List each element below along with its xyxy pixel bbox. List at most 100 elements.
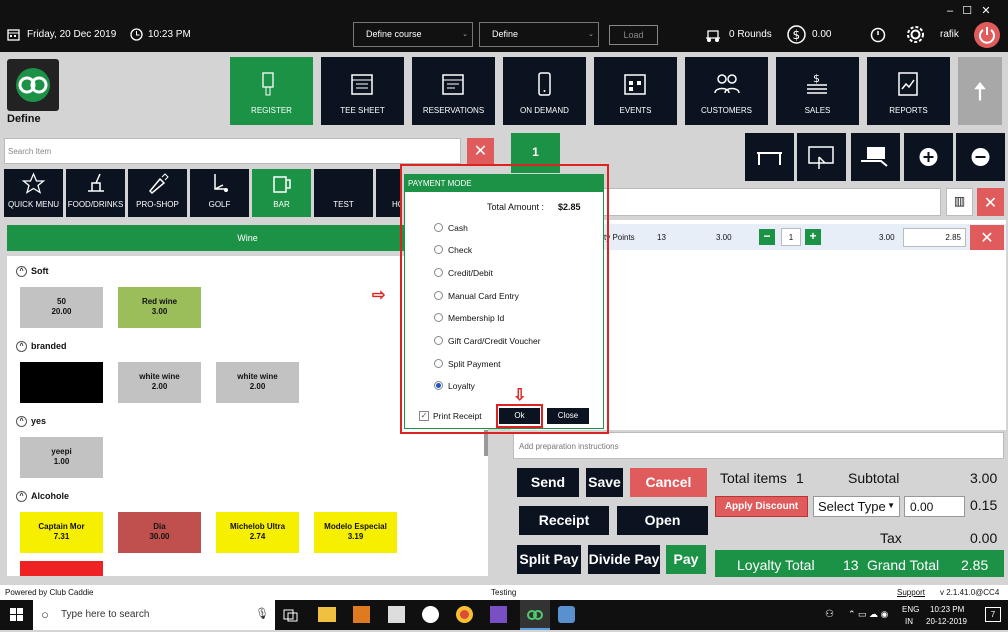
close-icon: ✕ <box>980 230 994 247</box>
divide-pay-button[interactable]: Divide Pay <box>588 545 660 574</box>
discount-type-select[interactable]: Select Type ▼ <box>813 496 900 517</box>
qty-field[interactable]: 1 <box>781 228 801 246</box>
dollar-icon[interactable]: $ <box>787 25 806 44</box>
nav-reservations[interactable]: RESERVATIONS <box>412 57 495 125</box>
remove-line-button[interactable]: ✕ <box>970 225 1004 250</box>
cancel-button[interactable]: Cancel <box>630 468 707 497</box>
item-tile[interactable] <box>20 362 103 403</box>
table-button[interactable] <box>745 133 794 181</box>
ok-button[interactable]: Ok <box>499 408 540 424</box>
windows-start-icon[interactable] <box>10 608 24 622</box>
sublime-text-icon[interactable] <box>353 606 370 623</box>
save-button[interactable]: Save <box>586 468 623 497</box>
add-button[interactable] <box>904 133 953 181</box>
print-receipt-checkbox[interactable]: ✓ <box>419 411 429 421</box>
taskbar-search-input[interactable]: ○ Type here to search 🎙 <box>33 600 275 630</box>
notification-icon[interactable]: 7 <box>985 607 1001 622</box>
category-ho[interactable]: HO <box>376 169 401 217</box>
section-yes[interactable]: ^ yes <box>16 416 46 428</box>
slack-icon[interactable] <box>422 606 439 623</box>
clear-order-search-button[interactable]: ✕ <box>977 188 1004 216</box>
close-icon[interactable]: ✕ <box>981 5 990 17</box>
price-field[interactable]: 2.85 <box>903 228 966 247</box>
hand-card-button[interactable] <box>851 133 900 181</box>
section-soft[interactable]: ^ Soft <box>16 266 49 278</box>
category-quick-menu[interactable]: QUICK MENU <box>4 169 63 217</box>
support-link[interactable]: Support <box>897 588 925 597</box>
category-test[interactable]: TEST <box>314 169 373 217</box>
remove-button[interactable] <box>956 133 1005 181</box>
visual-studio-icon[interactable] <box>490 606 507 623</box>
taskbar-app-icon[interactable] <box>388 606 405 623</box>
touch-card-button[interactable] <box>797 133 846 181</box>
section-alcohole[interactable]: ^ Alcohole <box>16 491 69 503</box>
maximize-icon[interactable]: ☐ <box>962 5 972 17</box>
radio-split-payment[interactable] <box>434 359 443 368</box>
taskbar-clock[interactable]: 10:23 PM <box>930 605 964 614</box>
radio-cash[interactable] <box>434 223 443 232</box>
club-caddie-task-icon[interactable] <box>520 600 550 630</box>
scroll-up-button[interactable]: 🠅 <box>958 57 1002 125</box>
system-tray-icons[interactable]: ⌃ ▭ ☁ ◉ <box>848 609 888 620</box>
radio-check[interactable] <box>434 245 443 254</box>
item-tile[interactable]: Red wine 3.00 <box>118 287 201 328</box>
course-select[interactable]: Define course ⌄ <box>353 22 473 47</box>
nav-events[interactable]: EVENTS <box>594 57 677 125</box>
category-pro-shop[interactable]: PRO-SHOP <box>128 169 187 217</box>
decrease-qty-button[interactable]: − <box>759 229 775 245</box>
nav-sales[interactable]: $ SALES <box>776 57 859 125</box>
item-tile[interactable]: Modelo Especial 3.19 <box>314 512 397 553</box>
send-button[interactable]: Send <box>517 468 579 497</box>
nav-customers[interactable]: CUSTOMERS <box>685 57 768 125</box>
search-item-input[interactable]: Search Item <box>4 138 461 164</box>
nav-register[interactable]: REGISTER <box>230 57 313 125</box>
gear-icon[interactable] <box>906 25 925 44</box>
golf-cart-icon[interactable] <box>703 26 723 43</box>
item-tile[interactable]: white wine 2.00 <box>216 362 299 403</box>
item-tile[interactable]: yeepi 1.00 <box>20 437 103 478</box>
section-branded[interactable]: ^ branded <box>16 341 67 353</box>
clear-search-button[interactable]: ✕ <box>467 138 494 164</box>
nav-reports[interactable]: REPORTS <box>867 57 950 125</box>
nav-on-demand[interactable]: ON DEMAND <box>503 57 586 125</box>
pay-button[interactable]: Pay <box>666 545 706 574</box>
item-tile[interactable]: 50 20.00 <box>20 287 103 328</box>
radio-manual-card[interactable] <box>434 291 443 300</box>
category-food-drinks[interactable]: FOOD/DRINKS <box>66 169 125 217</box>
microphone-icon[interactable]: 🎙 <box>255 607 269 620</box>
apply-discount-button[interactable]: Apply Discount <box>715 496 808 517</box>
item-tile[interactable]: Dia 30.00 <box>118 512 201 553</box>
item-tile[interactable]: Michelob Ultra 2.74 <box>216 512 299 553</box>
paint-icon[interactable] <box>558 606 575 623</box>
radio-membership-id[interactable] <box>434 313 443 322</box>
category-golf[interactable]: GOLF <box>190 169 249 217</box>
open-button[interactable]: Open <box>617 506 708 535</box>
input-language[interactable]: ENG <box>902 605 919 614</box>
nav-tee-sheet[interactable]: TEE SHEET <box>321 57 404 125</box>
category-bar[interactable]: BAR <box>252 169 311 217</box>
file-explorer-icon[interactable] <box>318 607 336 622</box>
chrome-icon[interactable] <box>456 606 473 623</box>
close-button[interactable]: Close <box>547 408 589 424</box>
split-pay-button[interactable]: Split Pay <box>517 545 581 574</box>
preparation-input[interactable]: Add preparation instructions <box>513 432 1004 459</box>
load-button[interactable]: Load <box>609 25 658 45</box>
item-tile[interactable] <box>20 561 103 576</box>
receipt-button[interactable]: Receipt <box>519 506 609 535</box>
beer-mug-icon <box>273 176 291 193</box>
increase-qty-button[interactable]: + <box>805 229 821 245</box>
item-tile[interactable]: white wine 2.00 <box>118 362 201 403</box>
power-button[interactable] <box>974 22 1000 48</box>
radio-gift-card[interactable] <box>434 336 443 345</box>
timer-icon[interactable] <box>870 27 886 43</box>
radio-loyalty[interactable] <box>434 381 443 390</box>
task-view-icon[interactable] <box>283 608 298 622</box>
minimize-icon[interactable]: – <box>947 5 953 17</box>
barcode-button[interactable]: ▥ <box>946 188 973 216</box>
people-icon[interactable]: ⚇ <box>825 609 834 620</box>
define-select[interactable]: Define ⌄ <box>479 22 599 47</box>
arrow-up-icon: 🠅 <box>972 76 988 106</box>
discount-input[interactable]: 0.00 <box>904 496 965 517</box>
item-tile[interactable]: Captain Mor 7.31 <box>20 512 103 553</box>
radio-credit-debit[interactable] <box>434 268 443 277</box>
